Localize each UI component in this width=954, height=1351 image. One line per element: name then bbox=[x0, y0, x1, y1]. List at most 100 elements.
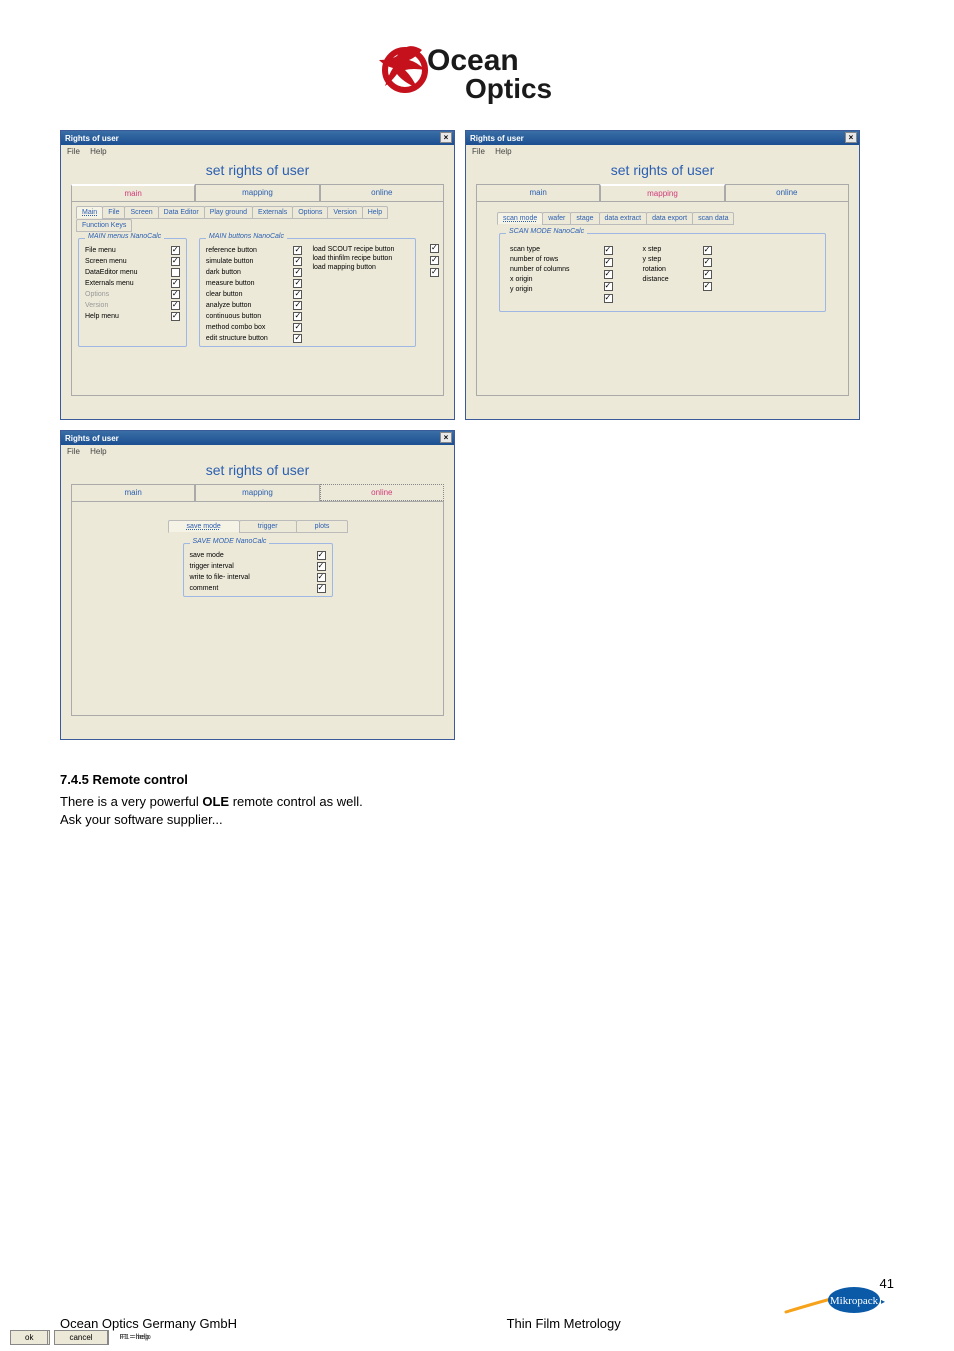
inner-tab-main[interactable]: Main bbox=[76, 206, 103, 219]
chk-edit-structure[interactable] bbox=[293, 334, 302, 343]
top-tab-mapping[interactable]: mapping bbox=[195, 484, 319, 501]
inner-tab-playground[interactable]: Play ground bbox=[204, 206, 253, 219]
chk-thinfilm-recipe[interactable] bbox=[430, 256, 439, 265]
title-text: Rights of user bbox=[470, 134, 524, 143]
chk-scan-type[interactable] bbox=[604, 246, 613, 255]
close-icon[interactable]: × bbox=[845, 132, 857, 143]
chk-screen-menu[interactable] bbox=[171, 257, 180, 266]
footer-left: Ocean Optics Germany GmbH bbox=[60, 1316, 237, 1331]
section-heading: 7.4.5 Remote control bbox=[60, 772, 894, 787]
chk-continuous-button[interactable] bbox=[293, 312, 302, 321]
ok-button[interactable]: ok bbox=[10, 1330, 48, 1345]
inner-tab-dataeditor[interactable]: Data Editor bbox=[158, 206, 205, 219]
close-icon[interactable]: × bbox=[440, 132, 452, 143]
chk-scout-recipe[interactable] bbox=[430, 244, 439, 253]
title-text: Rights of user bbox=[65, 134, 119, 143]
inner-tab-options[interactable]: Options bbox=[292, 206, 328, 219]
scanmode-title: SCAN MODE NanoCalc bbox=[506, 228, 587, 235]
chk-measure-button[interactable] bbox=[293, 279, 302, 288]
chk-method-combo[interactable] bbox=[293, 323, 302, 332]
chk-dark-button[interactable] bbox=[293, 268, 302, 277]
menu-bar: File Help bbox=[61, 145, 454, 158]
chk-y-origin[interactable] bbox=[604, 294, 613, 303]
chk-mapping-button[interactable] bbox=[430, 268, 439, 277]
titlebar[interactable]: Rights of user × bbox=[466, 131, 859, 145]
dialog-heading: set rights of user bbox=[61, 158, 454, 184]
chk-analyze-button[interactable] bbox=[293, 301, 302, 310]
chk-help-menu[interactable] bbox=[171, 312, 180, 321]
inner-tab-scanmode[interactable]: scan mode bbox=[497, 212, 543, 225]
inner-tab-trigger[interactable]: trigger bbox=[239, 520, 297, 533]
inner-tab-help[interactable]: Help bbox=[362, 206, 388, 219]
menu-file[interactable]: File bbox=[472, 147, 485, 156]
inner-tab-stage[interactable]: stage bbox=[570, 212, 599, 225]
titlebar[interactable]: Rights of user × bbox=[61, 431, 454, 445]
group1-title: MAIN menus NanoCalc bbox=[85, 233, 164, 240]
inner-tab-dataexport[interactable]: data export bbox=[646, 212, 693, 225]
chk-x-step[interactable] bbox=[703, 246, 712, 255]
chk-write-file-interval[interactable] bbox=[317, 573, 326, 582]
footer: Ocean Optics Germany GmbH Thin Film Metr… bbox=[60, 1316, 894, 1331]
chk-x-origin[interactable] bbox=[604, 282, 613, 291]
top-tab-main[interactable]: main bbox=[71, 484, 195, 501]
logo-text-optics: Optics bbox=[465, 73, 552, 104]
top-tabs: main mapping online bbox=[61, 184, 454, 201]
inner-tab-version[interactable]: Version bbox=[327, 206, 362, 219]
menu-help[interactable]: Help bbox=[90, 447, 106, 456]
top-tab-online[interactable]: online bbox=[725, 184, 849, 201]
chk-dataeditor-menu[interactable] bbox=[171, 268, 180, 277]
inner-tabs: scan mode wafer stage data extract data … bbox=[497, 212, 828, 225]
inner-tab-file[interactable]: File bbox=[102, 206, 125, 219]
top-tab-mapping[interactable]: mapping bbox=[600, 184, 724, 201]
inner-tab-savemode[interactable]: save mode bbox=[168, 520, 240, 533]
inner-tab-plots[interactable]: plots bbox=[296, 520, 349, 533]
top-tab-main[interactable]: main bbox=[71, 184, 195, 201]
chk-y-step[interactable] bbox=[703, 258, 712, 267]
chk-options-menu bbox=[171, 290, 180, 299]
chk-num-cols[interactable] bbox=[604, 270, 613, 279]
chk-externals-menu[interactable] bbox=[171, 279, 180, 288]
chk-trigger-interval[interactable] bbox=[317, 562, 326, 571]
chk-num-rows[interactable] bbox=[604, 258, 613, 267]
chk-clear-button[interactable] bbox=[293, 290, 302, 299]
menu-help[interactable]: Help bbox=[495, 147, 511, 156]
menu-file[interactable]: File bbox=[67, 147, 80, 156]
top-tab-mapping[interactable]: mapping bbox=[195, 184, 319, 201]
close-icon[interactable]: × bbox=[440, 432, 452, 443]
menu-help[interactable]: Help bbox=[90, 147, 106, 156]
titlebar[interactable]: Rights of user × bbox=[61, 131, 454, 145]
inner-tabs: Main File Screen Data Editor Play ground… bbox=[76, 206, 439, 232]
group2-title: MAIN buttons NanoCalc bbox=[206, 233, 287, 240]
inner-tab-screen[interactable]: Screen bbox=[124, 206, 158, 219]
svg-text:Mikropack: Mikropack bbox=[830, 1295, 879, 1307]
rights-dialog-online: Rights of user × File Help set rights of… bbox=[60, 430, 455, 740]
chk-file-menu[interactable] bbox=[171, 246, 180, 255]
chk-save-mode[interactable] bbox=[317, 551, 326, 560]
menu-file[interactable]: File bbox=[67, 447, 80, 456]
body-paragraph: There is a very powerful OLE remote cont… bbox=[60, 793, 894, 829]
inner-tab-externals[interactable]: Externals bbox=[252, 206, 293, 219]
menu-bar: File Help bbox=[466, 145, 859, 158]
cancel-button[interactable]: cancel bbox=[54, 1330, 107, 1345]
svg-text:▸: ▸ bbox=[881, 1297, 885, 1306]
inner-tab-scandata[interactable]: scan data bbox=[692, 212, 734, 225]
chk-simulate-button[interactable] bbox=[293, 257, 302, 266]
chk-version-menu bbox=[171, 301, 180, 310]
chk-rotation[interactable] bbox=[703, 270, 712, 279]
rights-dialog-mapping: Rights of user × File Help set rights of… bbox=[465, 130, 860, 420]
inner-tab-dataextract[interactable]: data extract bbox=[599, 212, 648, 225]
title-text: Rights of user bbox=[65, 434, 119, 443]
ocean-optics-logo: Ocean Optics bbox=[60, 30, 894, 110]
inner-tab-wafer[interactable]: wafer bbox=[542, 212, 571, 225]
chk-reference-button[interactable] bbox=[293, 246, 302, 255]
top-tab-online[interactable]: online bbox=[320, 484, 444, 501]
chk-distance[interactable] bbox=[703, 282, 712, 291]
top-tabs: main mapping online bbox=[61, 484, 454, 501]
chk-comment[interactable] bbox=[317, 584, 326, 593]
inner-tab-fnkeys[interactable]: Function Keys bbox=[76, 219, 132, 232]
top-tabs: main mapping online bbox=[466, 184, 859, 201]
top-tab-main[interactable]: main bbox=[476, 184, 600, 201]
rights-dialog-main: Rights of user × File Help set rights of… bbox=[60, 130, 455, 420]
top-tab-online[interactable]: online bbox=[320, 184, 444, 201]
footer-right: Thin Film Metrology bbox=[507, 1316, 621, 1331]
